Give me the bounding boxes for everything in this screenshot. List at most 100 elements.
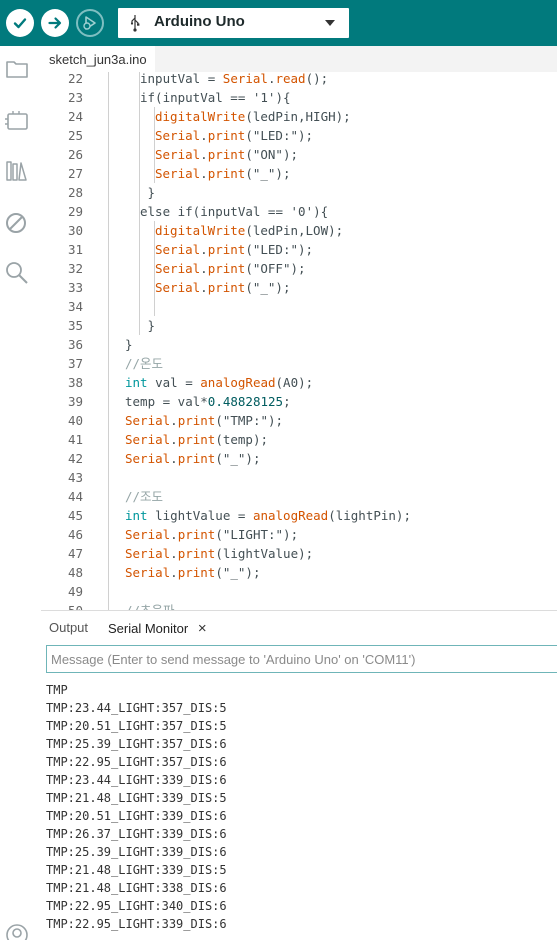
line-number: 29 — [67, 204, 83, 219]
line-number: 31 — [67, 242, 83, 257]
code-text: Serial.print(temp); — [125, 430, 268, 449]
bottom-panel: Output Serial Monitor × TMP TMP:23.44_LIG… — [41, 610, 557, 940]
code-token: } — [140, 318, 156, 333]
code-token: inputVal = — [140, 72, 223, 86]
code-token: (ledPin,HIGH); — [245, 109, 351, 124]
code-line: 23 if(inputVal == '1'){ — [41, 88, 557, 107]
folder-icon[interactable] — [4, 56, 30, 82]
line-number: 25 — [67, 128, 83, 143]
code-line: 45 int lightValue = analogRead(lightPin); — [41, 506, 557, 525]
code-line: 47 Serial.print(lightValue); — [41, 544, 557, 563]
serial-output-line: TMP — [46, 683, 68, 697]
line-number: 40 — [67, 413, 83, 428]
code-token: digitalWrite — [155, 109, 246, 124]
usb-icon — [130, 15, 140, 32]
code-token: analogRead — [252, 508, 329, 523]
tab-output[interactable]: Output — [49, 620, 88, 635]
code-line: 31 Serial.print("LED:"); — [41, 240, 557, 259]
code-token: else if(inputVal == '0'){ — [140, 204, 329, 219]
code-token: print — [177, 451, 216, 466]
serial-output-line: TMP:26.37_LIGHT:339_DIS:6 — [46, 827, 227, 841]
code-text: Serial.print(lightValue); — [125, 544, 313, 563]
line-number: 45 — [67, 508, 83, 523]
search-icon[interactable] — [4, 260, 30, 286]
code-text: if(inputVal == '1'){ — [140, 88, 291, 107]
code-token: (temp); — [215, 432, 269, 447]
serial-output-line: TMP:21.48_LIGHT:338_DIS:6 — [46, 881, 227, 895]
code-token: Serial — [125, 527, 171, 542]
code-text: Serial.print("_"); — [125, 563, 260, 582]
code-token: int — [125, 508, 148, 523]
tab-serial-monitor[interactable]: Serial Monitor × — [108, 620, 207, 637]
code-token: Serial — [155, 280, 201, 295]
serial-output-line: TMP:25.39_LIGHT:339_DIS:6 — [46, 845, 227, 859]
code-token: print — [207, 242, 246, 257]
debug-block-icon[interactable] — [4, 210, 30, 236]
code-editor[interactable]: 22 inputVal = Serial.read(); 23 if(inputVal… — [41, 72, 557, 610]
serial-message-input[interactable] — [46, 645, 557, 673]
code-text: digitalWrite(ledPin,HIGH); — [155, 107, 351, 126]
code-text: } — [140, 183, 156, 202]
serial-output-line: TMP:20.51_LIGHT:339_DIS:6 — [46, 809, 227, 823]
library-icon[interactable] — [4, 158, 30, 184]
tab-serial-monitor-label: Serial Monitor — [108, 621, 189, 636]
code-token: (A0); — [275, 375, 314, 390]
code-text: else if(inputVal == '0'){ — [140, 202, 328, 221]
line-number: 43 — [67, 470, 83, 485]
debug-button[interactable] — [76, 9, 104, 37]
board-select[interactable]: Arduino Uno — [118, 8, 349, 38]
code-line: 27 Serial.print("_"); — [41, 164, 557, 183]
code-token: . — [170, 413, 178, 428]
board-icon[interactable] — [4, 108, 30, 134]
code-text: } — [140, 316, 156, 335]
board-name: Arduino Uno — [154, 13, 245, 30]
code-text: Serial.print("ON"); — [155, 145, 298, 164]
line-number: 44 — [67, 489, 83, 504]
code-text: Serial.print("OFF"); — [155, 259, 306, 278]
code-token: ("_"); — [215, 451, 261, 466]
verify-button[interactable] — [6, 9, 34, 37]
code-line: 29 else if(inputVal == '0'){ — [41, 202, 557, 221]
line-number: 39 — [67, 394, 83, 409]
code-token: Serial — [125, 565, 171, 580]
code-token: //조도 — [125, 489, 164, 504]
code-token: print — [177, 546, 216, 561]
indent-guide — [139, 72, 140, 335]
line-number: 46 — [67, 527, 83, 542]
code-text: Serial.print("LIGHT:"); — [125, 525, 298, 544]
close-icon[interactable]: × — [198, 620, 207, 637]
code-line: 44 //조도 — [41, 487, 557, 506]
code-token: print — [207, 261, 246, 276]
code-token: . — [200, 147, 208, 162]
code-text: inputVal = Serial.read(); — [140, 72, 328, 88]
code-token: int — [125, 375, 148, 390]
code-text: int val = analogRead(A0); — [125, 373, 313, 392]
code-token: Serial — [155, 242, 201, 257]
code-token: print — [207, 147, 246, 162]
code-token: . — [200, 166, 208, 181]
code-token: (lightPin); — [328, 508, 411, 523]
code-token: (lightValue); — [215, 546, 314, 561]
line-number: 47 — [67, 546, 83, 561]
code-text: //온도 — [125, 354, 163, 373]
code-token: . — [170, 565, 178, 580]
code-token: //초음파 — [125, 603, 175, 610]
code-text: int lightValue = analogRead(lightPin); — [125, 506, 411, 525]
code-line: 49 — [41, 582, 557, 601]
code-line: 34 — [41, 297, 557, 316]
code-token: analogRead — [200, 375, 276, 390]
code-text: Serial.print("_"); — [125, 449, 260, 468]
code-token: if(inputVal == '1'){ — [140, 90, 291, 105]
file-tab[interactable]: sketch_jun3a.ino — [41, 46, 155, 72]
serial-output-line: TMP:23.44_LIGHT:357_DIS:5 — [46, 701, 227, 715]
line-number: 24 — [67, 109, 83, 124]
code-line: 46 Serial.print("LIGHT:"); — [41, 525, 557, 544]
code-token: . — [170, 527, 178, 542]
code-token: . — [200, 261, 208, 276]
code-token: print — [177, 527, 216, 542]
code-token: ("LED:"); — [245, 242, 314, 257]
profile-icon[interactable] — [4, 922, 30, 940]
code-token: ("LED:"); — [245, 128, 314, 143]
upload-button[interactable] — [41, 9, 69, 37]
line-number: 38 — [67, 375, 83, 390]
